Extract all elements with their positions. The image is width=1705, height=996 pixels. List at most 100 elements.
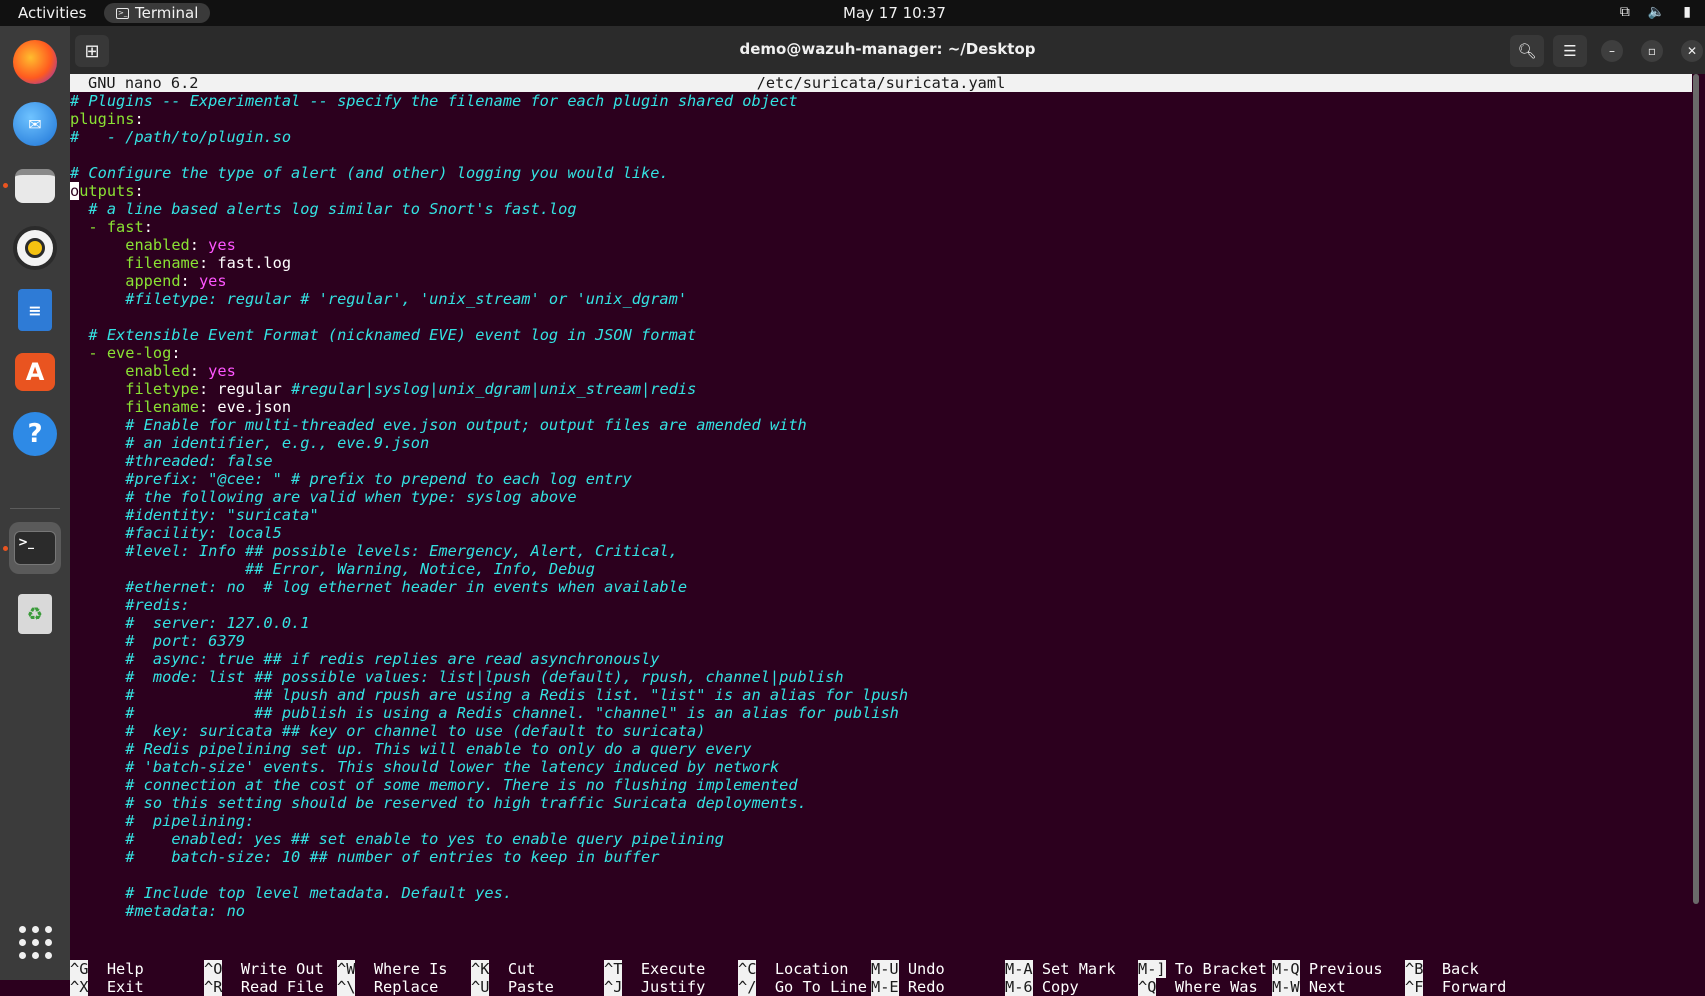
shortcut-item[interactable]: ^W Where Is bbox=[337, 960, 448, 978]
line-segment: # port: 6379 bbox=[125, 632, 245, 650]
shortcut-item[interactable]: ^F Forward bbox=[1405, 978, 1506, 996]
shortcut-key: M-6 bbox=[1005, 978, 1033, 996]
editor-line[interactable]: #filetype: regular # 'regular', 'unix_st… bbox=[70, 290, 687, 308]
dock-item-help[interactable]: ? bbox=[9, 408, 61, 460]
close-button[interactable]: ✕ bbox=[1681, 40, 1703, 62]
shortcut-item[interactable]: ^K Cut bbox=[471, 960, 535, 978]
editor-line[interactable]: # the following are valid when type: sys… bbox=[70, 488, 576, 506]
editor-line[interactable]: outputs: bbox=[70, 182, 144, 200]
shortcut-item[interactable]: ^B Back bbox=[1405, 960, 1479, 978]
editor-line[interactable]: # connection at the cost of some memory.… bbox=[70, 776, 797, 794]
editor-line[interactable]: #level: Info ## possible levels: Emergen… bbox=[70, 542, 678, 560]
search-button[interactable]: 🔍︎ bbox=[1510, 35, 1544, 67]
editor-line[interactable]: #prefix: "@cee: " # prefix to prepend to… bbox=[70, 470, 632, 488]
shortcut-item[interactable]: ^/ Go To Line bbox=[738, 978, 867, 996]
editor-line[interactable]: enabled: yes bbox=[70, 362, 236, 380]
thunderbird-icon: ✉ bbox=[13, 102, 57, 146]
line-segment bbox=[70, 830, 125, 848]
line-segment: : bbox=[189, 362, 209, 380]
shortcut-item[interactable]: M-] To Bracket bbox=[1138, 960, 1267, 978]
apps-grid-dot bbox=[19, 952, 26, 959]
shortcut-item[interactable]: ^O Write Out bbox=[204, 960, 324, 978]
shortcut-item[interactable]: M-U Undo bbox=[871, 960, 945, 978]
editor-line[interactable]: plugins: bbox=[70, 110, 144, 128]
editor-line[interactable]: # port: 6379 bbox=[70, 632, 245, 650]
app-menu-terminal[interactable]: >_ Terminal bbox=[104, 3, 211, 23]
dock-item-writer[interactable]: ≡ bbox=[9, 284, 61, 336]
dock-item-thunderbird[interactable]: ✉ bbox=[9, 98, 61, 150]
shortcut-label: Redo bbox=[898, 978, 945, 996]
editor-line[interactable]: # so this setting should be reserved to … bbox=[70, 794, 807, 812]
editor-line[interactable]: #metadata: no bbox=[70, 902, 245, 920]
editor-line[interactable]: # Enable for multi-threaded eve.json out… bbox=[70, 416, 807, 434]
shortcut-item[interactable]: M-6 Copy bbox=[1005, 978, 1079, 996]
editor-line[interactable]: #threaded: false bbox=[70, 452, 272, 470]
editor-line[interactable]: filename: fast.log bbox=[70, 254, 291, 272]
scrollbar[interactable] bbox=[1693, 74, 1699, 904]
activities-button[interactable]: Activities bbox=[18, 4, 86, 22]
shortcut-item[interactable]: M-A Set Mark bbox=[1005, 960, 1116, 978]
editor-line[interactable]: # 'batch-size' events. This should lower… bbox=[70, 758, 779, 776]
editor-line[interactable]: # ## lpush and rpush are using a Redis l… bbox=[70, 686, 908, 704]
shortcut-item[interactable]: ^C Location bbox=[738, 960, 849, 978]
dock-item-firefox[interactable] bbox=[9, 36, 61, 88]
editor-line[interactable]: filetype: regular #regular|syslog|unix_d… bbox=[70, 380, 696, 398]
shortcut-item[interactable]: ^J Justify bbox=[604, 978, 705, 996]
minimize-button[interactable]: – bbox=[1601, 40, 1623, 62]
editor-line[interactable]: # enabled: yes ## set enable to yes to e… bbox=[70, 830, 724, 848]
shortcut-key: M-] bbox=[1138, 960, 1166, 978]
editor-line[interactable]: # Extensible Event Format (nicknamed EVE… bbox=[70, 326, 696, 344]
editor-line[interactable]: append: yes bbox=[70, 272, 226, 290]
system-tray[interactable]: ⧉ 🔈 ▮ bbox=[1620, 4, 1691, 20]
line-segment: #regular|syslog|unix_dgram|unix_stream|r… bbox=[291, 380, 697, 398]
editor-line[interactable]: # mode: list ## possible values: list|lp… bbox=[70, 668, 843, 686]
shortcut-item[interactable]: M-Q Previous bbox=[1272, 960, 1383, 978]
line-segment bbox=[70, 344, 88, 362]
editor-line[interactable]: # a line based alerts log similar to Sno… bbox=[70, 200, 576, 218]
shortcut-item[interactable]: M-E Redo bbox=[871, 978, 945, 996]
editor-line[interactable]: # async: true ## if redis replies are re… bbox=[70, 650, 659, 668]
help-icon: ? bbox=[13, 412, 57, 456]
shortcut-item[interactable]: ^R Read File bbox=[204, 978, 324, 996]
menu-button[interactable]: ☰ bbox=[1553, 35, 1587, 67]
editor-line[interactable]: #facility: local5 bbox=[70, 524, 282, 542]
editor-line[interactable]: # - /path/to/plugin.so bbox=[70, 128, 291, 146]
editor-line[interactable]: - fast: bbox=[70, 218, 153, 236]
shortcut-item[interactable]: M-W Next bbox=[1272, 978, 1346, 996]
dock-item-trash[interactable]: ♻ bbox=[9, 588, 61, 640]
shortcut-item[interactable]: ^X Exit bbox=[70, 978, 144, 996]
clock[interactable]: May 17 10:37 bbox=[843, 4, 946, 22]
editor-line[interactable]: # Redis pipelining set up. This will ena… bbox=[70, 740, 751, 758]
line-segment: : bbox=[143, 218, 153, 236]
editor-line[interactable]: # pipelining: bbox=[70, 812, 254, 830]
dock-item-files[interactable] bbox=[9, 160, 61, 212]
shortcut-item[interactable]: ^U Paste bbox=[471, 978, 554, 996]
editor-line[interactable]: # Configure the type of alert (and other… bbox=[70, 164, 669, 182]
editor-line[interactable]: # Include top level metadata. Default ye… bbox=[70, 884, 512, 902]
app-menu-label: Terminal bbox=[135, 4, 199, 22]
editor-line[interactable]: # key: suricata ## key or channel to use… bbox=[70, 722, 705, 740]
editor-line[interactable]: #redis: bbox=[70, 596, 189, 614]
editor-line[interactable]: filename: eve.json bbox=[70, 398, 291, 416]
show-apps-button[interactable] bbox=[19, 926, 53, 960]
dock-item-rhythmbox[interactable] bbox=[9, 222, 61, 274]
editor-line[interactable]: enabled: yes bbox=[70, 236, 236, 254]
editor-line[interactable]: # ## publish is using a Redis channel. "… bbox=[70, 704, 899, 722]
editor-line[interactable]: # Plugins -- Experimental -- specify the… bbox=[70, 92, 798, 110]
nano-editor[interactable]: GNU nano 6.2 /etc/suricata/suricata.yaml… bbox=[70, 74, 1692, 996]
editor-line[interactable]: # server: 127.0.0.1 bbox=[70, 614, 309, 632]
dock-item-software[interactable]: A bbox=[9, 346, 61, 398]
editor-line[interactable]: #ethernet: no # log ethernet header in e… bbox=[70, 578, 687, 596]
shortcut-item[interactable]: ^Q Where Was bbox=[1138, 978, 1258, 996]
line-segment bbox=[70, 236, 125, 254]
editor-line[interactable]: # batch-size: 10 ## number of entries to… bbox=[70, 848, 659, 866]
editor-line[interactable]: #identity: "suricata" bbox=[70, 506, 318, 524]
editor-line[interactable]: - eve-log: bbox=[70, 344, 180, 362]
dock-item-terminal[interactable]: >_ bbox=[9, 522, 61, 574]
shortcut-item[interactable]: ^T Execute bbox=[604, 960, 705, 978]
editor-line[interactable]: # an identifier, e.g., eve.9.json bbox=[70, 434, 429, 452]
editor-line[interactable]: ## Error, Warning, Notice, Info, Debug bbox=[70, 560, 595, 578]
shortcut-item[interactable]: ^G Help bbox=[70, 960, 144, 978]
maximize-button[interactable]: ▫ bbox=[1641, 40, 1663, 62]
shortcut-item[interactable]: ^\ Replace bbox=[337, 978, 438, 996]
